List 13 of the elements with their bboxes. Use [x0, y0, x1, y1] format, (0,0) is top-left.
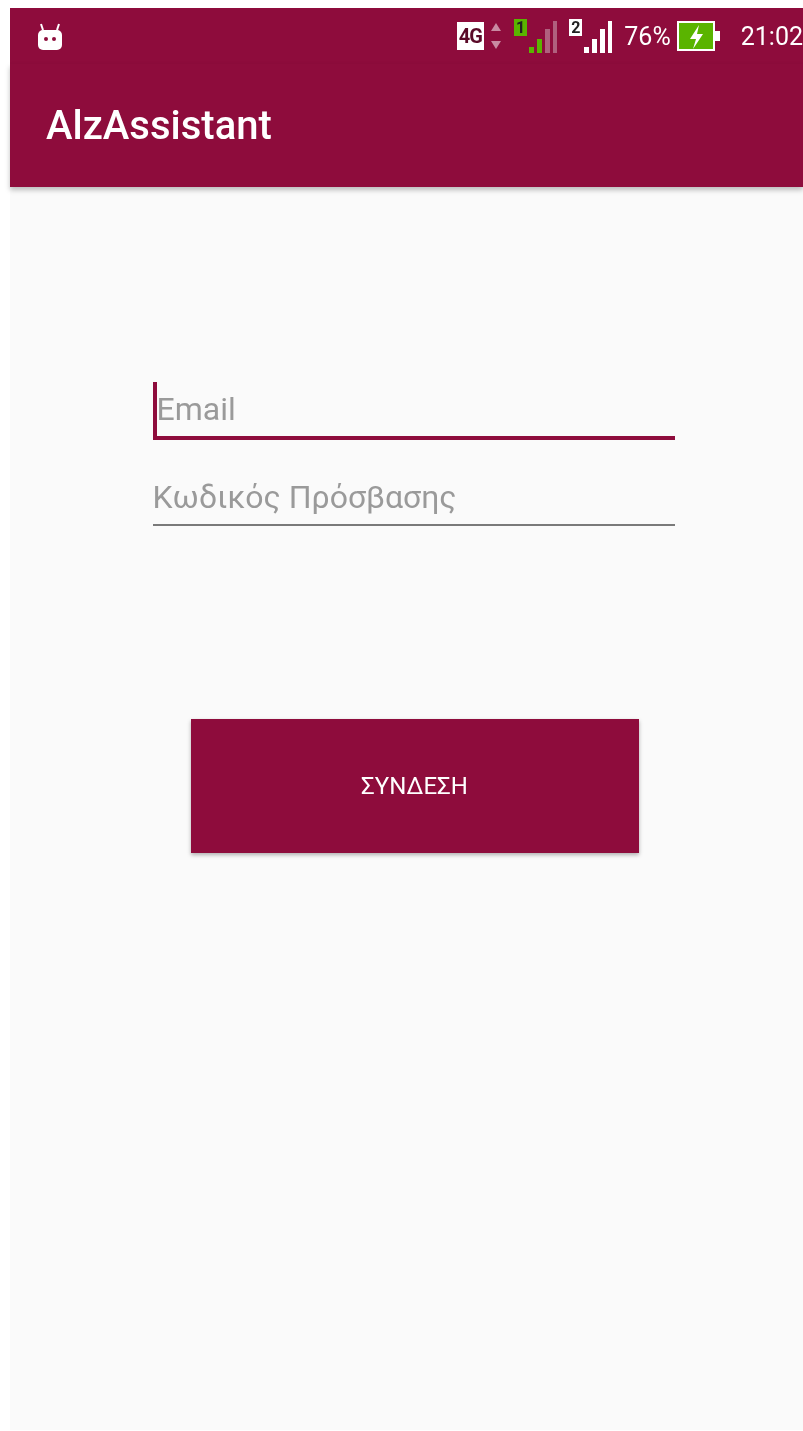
login-button[interactable]: ΣΥΝΔΕΣΗ [190, 719, 639, 853]
input-field[interactable]: Κωδικός Πρόσβασης [152, 470, 675, 526]
app-title: AlzAssistant [46, 102, 272, 149]
signal-icon [529, 19, 558, 53]
network-badge: 4G [456, 22, 484, 50]
input-field[interactable]: Email [152, 382, 675, 440]
signal-icon [584, 19, 613, 53]
clock: 21:02 [740, 21, 803, 51]
android-icon [36, 22, 64, 50]
sim-number: 1 [513, 19, 528, 36]
sim-number: 2 [569, 19, 583, 36]
battery-percent: 76% [624, 21, 671, 51]
data-arrows-icon [489, 21, 502, 51]
